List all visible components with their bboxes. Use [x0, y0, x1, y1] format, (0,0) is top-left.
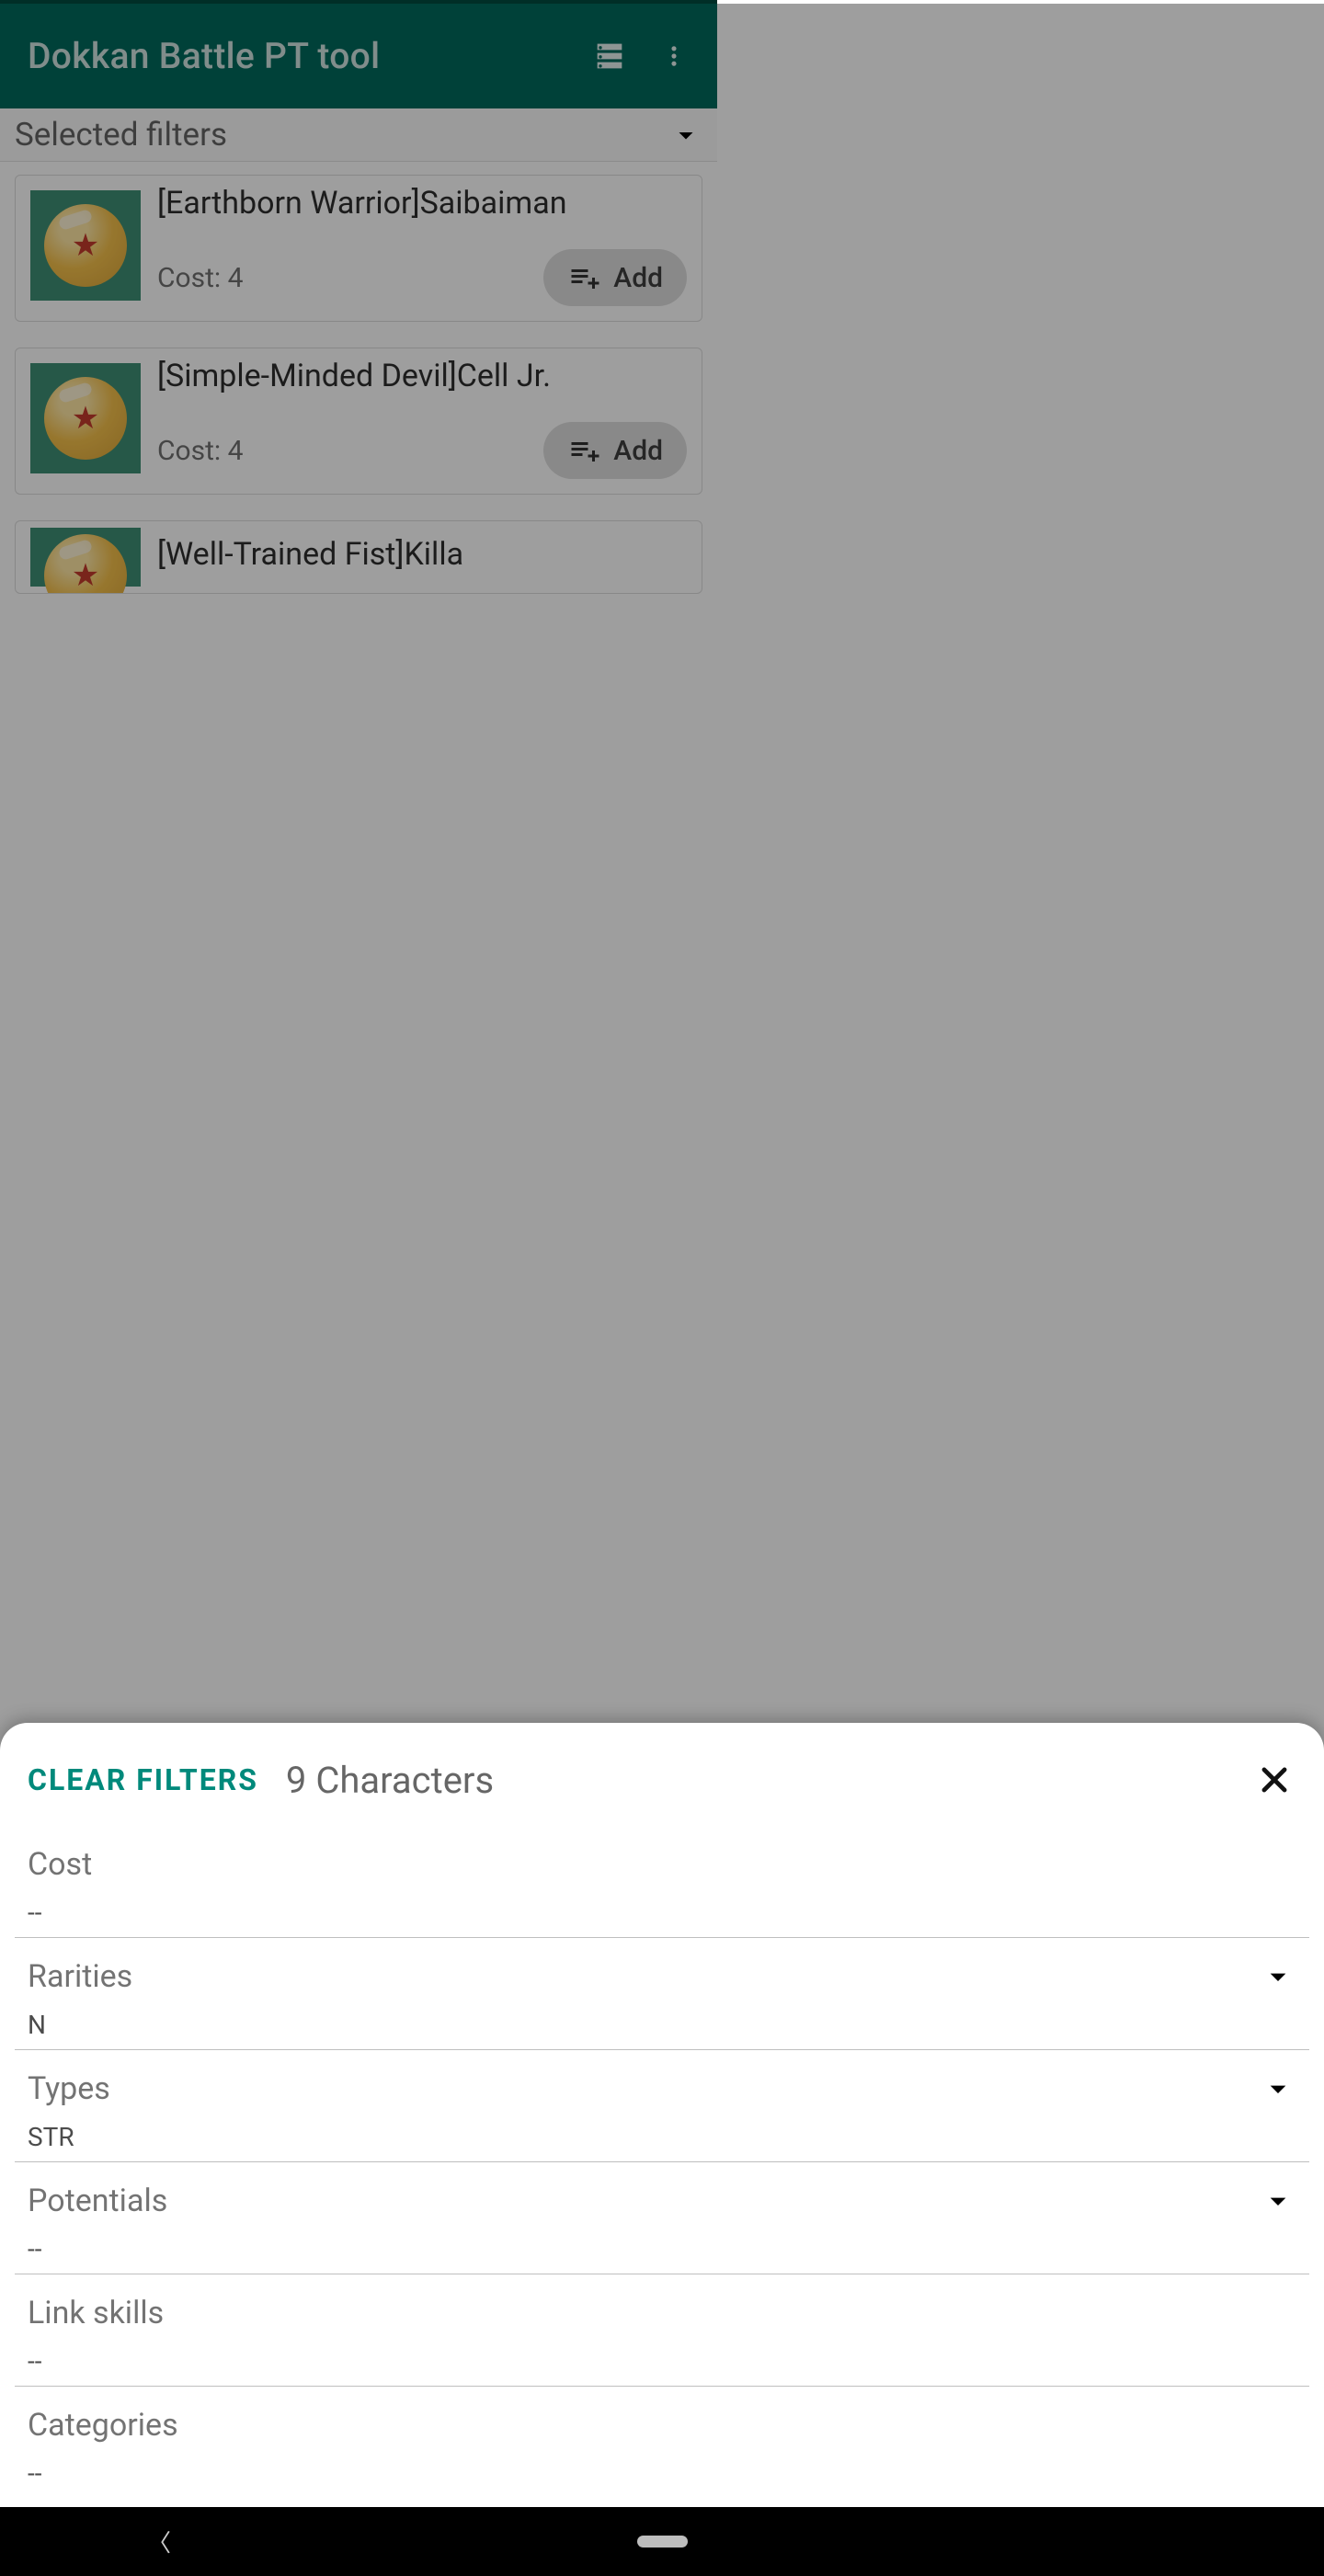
character-title: [Well-Trained Fist]Killa	[157, 536, 687, 573]
close-icon	[1257, 1762, 1292, 1797]
field-label: Categories	[28, 2407, 178, 2444]
field-value: STR	[28, 2122, 1296, 2152]
character-title: [Earthborn Warrior]Saibaiman	[157, 185, 687, 222]
filters-bottom-sheet: Clear filters 9 Characters Cost -- Rarit…	[0, 1723, 1324, 2507]
nav-back-icon[interactable]: 〈	[147, 2525, 171, 2559]
selected-filters-bar[interactable]: Selected filters	[0, 108, 717, 162]
character-list: ★ [Earthborn Warrior]Saibaiman Cost: 4 A…	[0, 162, 717, 649]
star-icon: ★	[72, 560, 99, 591]
filter-types[interactable]: Types STR	[15, 2050, 1309, 2162]
field-label: Types	[28, 2070, 110, 2107]
system-nav-bar: 〈	[0, 2507, 1324, 2576]
add-button-label: Add	[613, 262, 663, 294]
filter-potentials[interactable]: Potentials --	[15, 2162, 1309, 2274]
field-label: Potentials	[28, 2183, 167, 2219]
sheet-title: 9 Characters	[286, 1759, 1252, 1802]
character-thumb: ★	[30, 363, 141, 473]
selected-filters-label: Selected filters	[15, 116, 669, 154]
chevron-down-icon	[1260, 1958, 1296, 1995]
character-title: [Simple-Minded Devil]Cell Jr.	[157, 358, 687, 394]
filter-link-skills[interactable]: Link skills --	[15, 2274, 1309, 2387]
field-label: Link skills	[28, 2295, 164, 2331]
add-button[interactable]: Add	[543, 249, 687, 306]
filter-rarities[interactable]: Rarities N	[15, 1938, 1309, 2050]
nav-home-pill[interactable]	[637, 2536, 688, 2548]
close-sheet-button[interactable]	[1252, 1758, 1296, 1802]
app-bar: Dokkan Battle PT tool	[0, 4, 717, 108]
more-menu-icon[interactable]	[642, 24, 706, 88]
add-button-label: Add	[613, 435, 663, 467]
field-value: N	[28, 2010, 1296, 2040]
field-value: --	[28, 1898, 1296, 1928]
character-card[interactable]: ★ [Earthborn Warrior]Saibaiman Cost: 4 A…	[15, 175, 702, 322]
chevron-down-icon	[669, 119, 702, 152]
playlist-add-icon	[567, 434, 600, 467]
character-thumb: ★	[30, 190, 141, 301]
appbar-server-icon[interactable]	[577, 24, 642, 88]
app-title: Dokkan Battle PT tool	[28, 35, 577, 77]
character-thumb: ★	[30, 528, 141, 587]
playlist-add-icon	[567, 261, 600, 294]
character-card[interactable]: ★ [Simple-Minded Devil]Cell Jr. Cost: 4 …	[15, 348, 702, 495]
field-value: --	[28, 2346, 1296, 2377]
chevron-down-icon	[1260, 2070, 1296, 2107]
field-label: Rarities	[28, 1958, 132, 1995]
chevron-down-icon	[1260, 2183, 1296, 2219]
character-card[interactable]: ★ [Well-Trained Fist]Killa	[15, 520, 702, 594]
character-cost: Cost: 4	[157, 435, 543, 467]
add-button[interactable]: Add	[543, 422, 687, 479]
field-label: Cost	[28, 1846, 92, 1883]
star-icon: ★	[72, 230, 99, 261]
star-icon: ★	[72, 403, 99, 434]
field-value: --	[28, 2458, 1296, 2489]
character-cost: Cost: 4	[157, 262, 543, 294]
filter-categories[interactable]: Categories --	[15, 2387, 1309, 2498]
filter-cost[interactable]: Cost --	[15, 1826, 1309, 1938]
clear-filters-button[interactable]: Clear filters	[28, 1762, 258, 1797]
field-value: --	[28, 2234, 1296, 2264]
